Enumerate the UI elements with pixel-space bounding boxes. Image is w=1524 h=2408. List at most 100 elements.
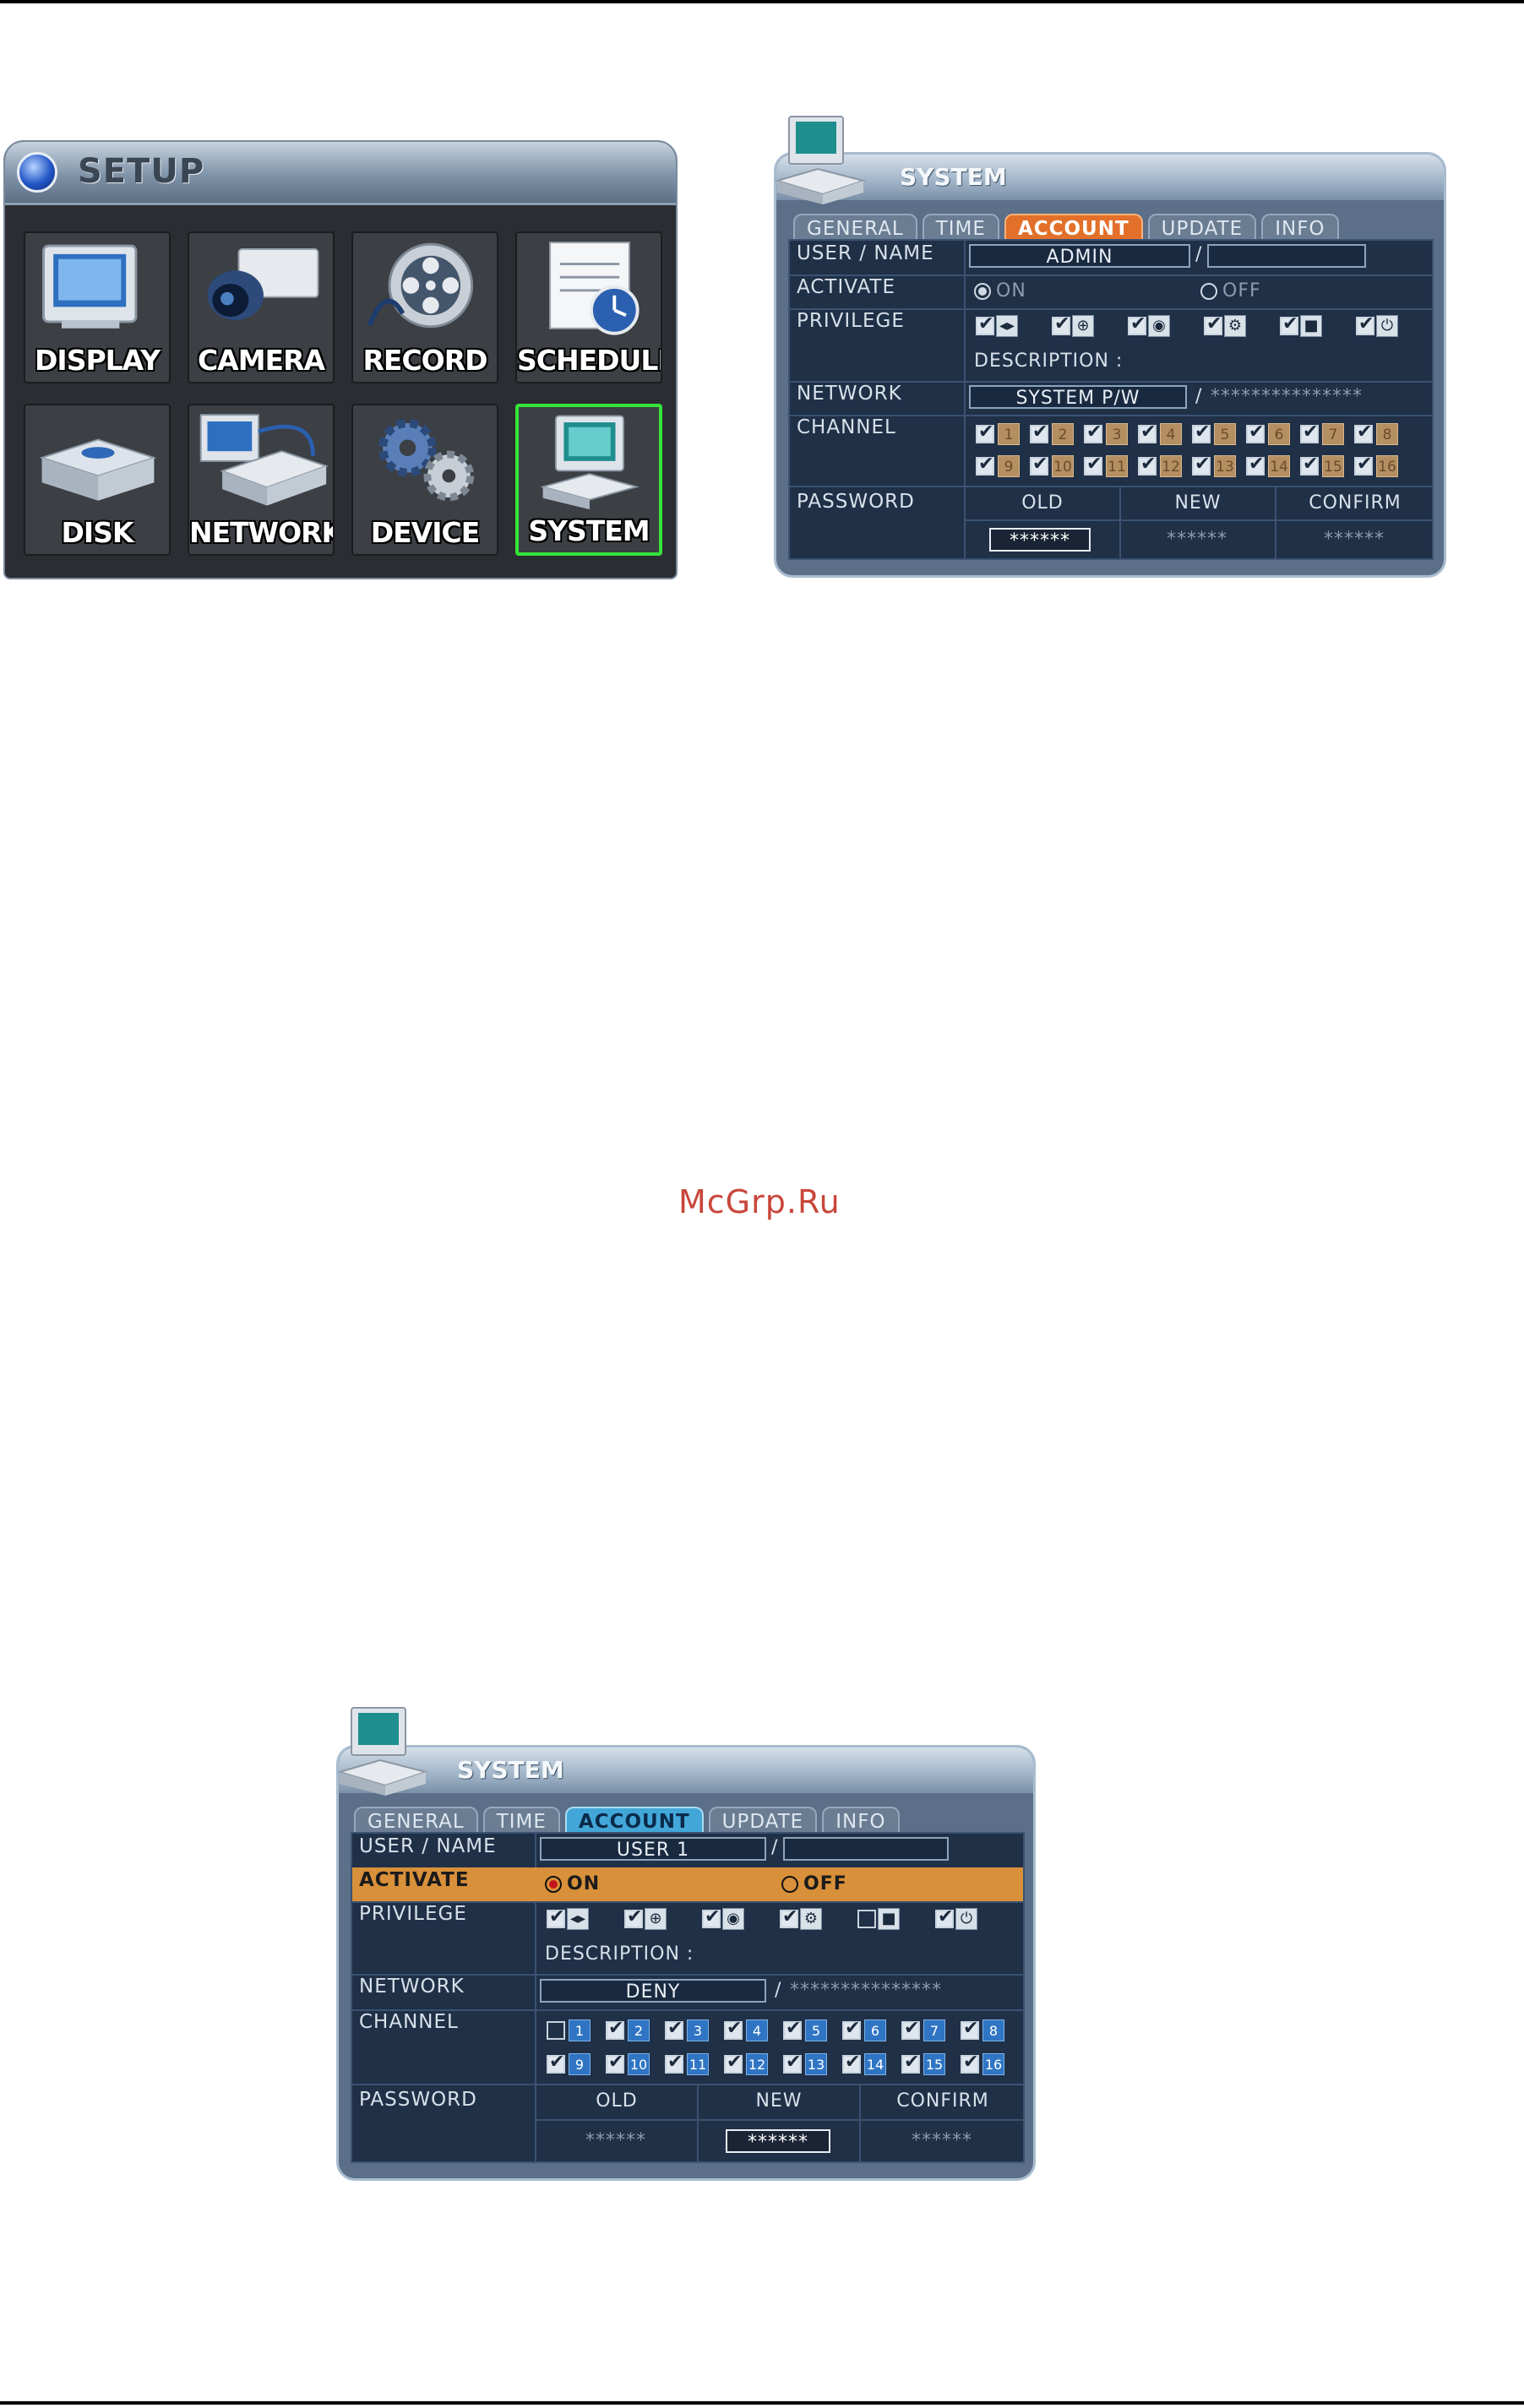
label-activate: ACTIVATE	[797, 276, 896, 298]
privilege-checkbox[interactable]	[624, 1906, 643, 1928]
network-password-mask[interactable]: ***************	[790, 1980, 942, 2001]
setup-item-schedule[interactable]: SCHEDULE	[515, 231, 662, 383]
row-user-name: USER / NAME ADMIN /	[790, 241, 1432, 276]
label-privilege: PRIVILEGE	[359, 1903, 467, 1925]
channel-checkbox[interactable]	[606, 2052, 624, 2074]
privilege-checkbox[interactable]	[780, 1906, 798, 1928]
tab-general[interactable]: GENERAL	[793, 214, 917, 240]
slash-separator: /	[771, 1837, 779, 1858]
channel-checkbox[interactable]	[901, 2018, 920, 2040]
channel-checkbox[interactable]	[961, 2018, 979, 2040]
system-window-header: SYSTEM	[339, 1748, 1033, 1793]
channel-checkbox[interactable]	[1138, 454, 1157, 476]
user-field[interactable]: USER 1	[540, 1837, 766, 1861]
tab-info[interactable]: INFO	[1261, 214, 1339, 240]
setup-menu: SETUP DISPLAY CAMERA RECORD SCHEDULE DIS…	[3, 140, 678, 579]
password-col-new: NEW	[755, 2090, 803, 2112]
tab-update[interactable]: UPDATE	[1147, 214, 1257, 240]
password-confirm-field[interactable]: ******	[890, 2129, 994, 2153]
channel-badge: 13	[805, 2053, 827, 2075]
channel-checkbox[interactable]	[842, 2052, 861, 2074]
channel-checkbox[interactable]	[842, 2018, 861, 2040]
setup-item-record[interactable]: RECORD	[351, 231, 498, 383]
channel-checkbox[interactable]	[976, 454, 994, 476]
password-confirm-field[interactable]: ******	[1304, 528, 1405, 552]
privilege-checkbox[interactable]	[857, 1910, 876, 1928]
channel-checkbox[interactable]	[665, 2052, 683, 2074]
channel-checkbox[interactable]	[1300, 454, 1319, 476]
setup-item-camera[interactable]: CAMERA	[188, 231, 335, 383]
tab-time[interactable]: TIME	[922, 214, 999, 240]
channel-checkbox[interactable]	[665, 2018, 683, 2040]
channel-checkbox[interactable]	[901, 2052, 920, 2074]
channel-checkbox[interactable]	[547, 2021, 565, 2040]
setup-item-system[interactable]: SYSTEM	[515, 404, 662, 556]
password-new-field[interactable]: ******	[726, 2129, 830, 2153]
privilege-checkbox[interactable]	[976, 313, 994, 335]
channel-checkbox[interactable]	[1300, 421, 1319, 443]
setup-title: SETUP	[78, 152, 205, 191]
top-rule	[0, 0, 1524, 3]
channel-checkbox[interactable]	[976, 421, 994, 443]
tab-general[interactable]: GENERAL	[354, 1807, 478, 1833]
setup-item-display[interactable]: DISPLAY	[24, 231, 171, 383]
channel-checkbox[interactable]	[1192, 454, 1211, 476]
channel-checkbox[interactable]	[1354, 421, 1373, 443]
privilege-checkbox[interactable]	[702, 1906, 721, 1928]
activate-off-radio[interactable]	[781, 1876, 798, 1893]
channel-checkbox[interactable]	[1246, 421, 1265, 443]
channel-checkbox[interactable]	[783, 2018, 802, 2040]
name-field[interactable]	[783, 1837, 949, 1861]
tab-info[interactable]: INFO	[822, 1807, 900, 1833]
row-channel: CHANNEL 1 2 3 4 5 6 7 8 9 10 11 12 13 14…	[790, 415, 1432, 487]
setup-item-network[interactable]: NETWORK	[188, 404, 335, 556]
channel-checkbox[interactable]	[1354, 454, 1373, 476]
channel-badge: 15	[1322, 455, 1344, 477]
setup-item-label: RECORD	[362, 344, 487, 377]
activate-on-radio[interactable]	[974, 283, 991, 300]
channel-checkbox[interactable]	[961, 2052, 979, 2074]
privilege-checkbox[interactable]	[547, 1906, 565, 1928]
password-old-field[interactable]: ******	[989, 528, 1091, 552]
tab-account[interactable]: ACCOUNT	[1004, 214, 1143, 240]
channel-checkbox[interactable]	[724, 2018, 743, 2040]
channel-checkbox[interactable]	[1138, 421, 1157, 443]
activate-off-radio[interactable]	[1200, 283, 1217, 300]
network-field[interactable]: SYSTEM P/W	[969, 385, 1187, 409]
label-network: NETWORK	[797, 383, 902, 405]
setup-item-disk[interactable]: DISK	[24, 404, 171, 556]
channel-checkbox[interactable]	[1246, 454, 1265, 476]
system-window-title: SYSTEM	[457, 1756, 564, 1784]
setup-item-device[interactable]: DEVICE	[351, 404, 498, 556]
tab-time[interactable]: TIME	[482, 1807, 560, 1833]
user-field[interactable]: ADMIN	[969, 244, 1190, 268]
activate-on-radio[interactable]	[545, 1876, 562, 1893]
channel-checkbox[interactable]	[1192, 421, 1211, 443]
privilege-checkbox[interactable]	[1356, 313, 1374, 335]
privilege-checkbox[interactable]	[1280, 313, 1298, 335]
channel-checkbox[interactable]	[606, 2018, 624, 2040]
channel-checkbox[interactable]	[1084, 421, 1102, 443]
network-password-mask[interactable]: ***************	[1211, 386, 1363, 407]
arrows-icon: ◂▸	[996, 315, 1018, 337]
network-field[interactable]: DENY	[540, 1979, 766, 2003]
channel-checkbox[interactable]	[1030, 454, 1048, 476]
channel-checkbox[interactable]	[1084, 454, 1102, 476]
channel-checkbox[interactable]	[724, 2052, 743, 2074]
password-old-field[interactable]: ******	[563, 2129, 668, 2153]
privilege-checkbox[interactable]	[1204, 313, 1222, 335]
channel-checkbox[interactable]	[783, 2052, 802, 2074]
privilege-checkbox[interactable]	[1128, 313, 1146, 335]
tab-update[interactable]: UPDATE	[708, 1807, 818, 1833]
name-field[interactable]	[1207, 244, 1366, 268]
tab-account[interactable]: ACCOUNT	[564, 1807, 704, 1833]
row-privilege: PRIVILEGE ◂▸ ⊕ ◉ ⚙ ■ ⏻ DESCRIPTION :	[790, 308, 1432, 383]
privilege-checkbox[interactable]	[935, 1906, 954, 1928]
setup-item-label: SYSTEM	[528, 514, 650, 547]
password-new-field[interactable]: ******	[1146, 528, 1248, 552]
channel-badge: 11	[687, 2053, 709, 2075]
privilege-checkbox[interactable]	[1052, 313, 1070, 335]
channel-checkbox[interactable]	[547, 2052, 565, 2074]
slash-separator: /	[1195, 386, 1203, 407]
channel-checkbox[interactable]	[1030, 421, 1048, 443]
